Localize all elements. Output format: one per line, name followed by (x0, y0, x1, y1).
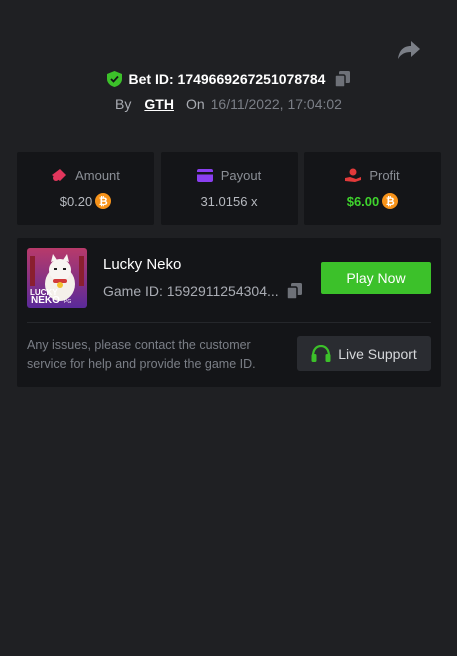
bet-id: Bet ID: 1749669267251078784 (128, 71, 326, 87)
bet-datetime: 16/11/2022, 17:04:02 (210, 96, 342, 112)
amount-value: $0.20 (59, 193, 93, 209)
thumb-text-neko: NEKO (31, 295, 60, 306)
bitcoin-icon: ₿ (95, 193, 112, 209)
divider (27, 322, 431, 323)
bet-id-line: Bet ID: 1749669267251078784 (0, 69, 457, 89)
game-title: Lucky Neko (103, 256, 182, 273)
profit-value: $6.00 (346, 193, 380, 209)
payout-value: 31.0156 x (200, 193, 258, 209)
game-id-line: Game ID: 1592911254304... (103, 283, 302, 299)
copy-bet-id-icon[interactable] (335, 71, 351, 87)
headset-icon (311, 344, 331, 362)
support-notice: Any issues, please contact the customer … (27, 338, 256, 371)
game-card: LUCKY NEKO PG Lucky Neko Game ID: 159291… (17, 238, 441, 387)
user-link[interactable]: GTH (144, 96, 174, 112)
stat-payout: Payout 31.0156 x (160, 152, 298, 225)
amount-label: Amount (75, 167, 120, 183)
bet-header: Bet ID: 1749669267251078784 By GTH On 16… (0, 69, 457, 112)
thumb-text-pg: PG (64, 299, 72, 305)
copy-game-id-icon[interactable] (286, 283, 302, 299)
payout-label: Payout (220, 167, 262, 183)
live-support-button[interactable]: Live Support (297, 336, 431, 371)
on-label: On (185, 96, 205, 112)
stat-amount: Amount $0.20 ₿ (17, 152, 154, 225)
card-icon (196, 168, 213, 182)
by-label: By (115, 96, 132, 112)
hand-coin-icon (345, 168, 362, 182)
amount-icon (52, 169, 67, 181)
game-id: Game ID: 1592911254304... (103, 283, 279, 299)
bitcoin-icon: ₿ (382, 193, 399, 209)
bet-stats: Amount $0.20 ₿ Payout 31.0156 x Profit $… (17, 152, 441, 225)
stat-profit: Profit $6.00 ₿ (304, 152, 441, 225)
share-icon[interactable] (397, 40, 421, 60)
profit-label: Profit (369, 167, 400, 183)
bet-meta: By GTH On 16/11/2022, 17:04:02 (0, 96, 457, 112)
shield-check-icon (106, 71, 122, 87)
play-now-button[interactable]: Play Now (321, 262, 431, 294)
live-support-label: Live Support (338, 345, 417, 362)
